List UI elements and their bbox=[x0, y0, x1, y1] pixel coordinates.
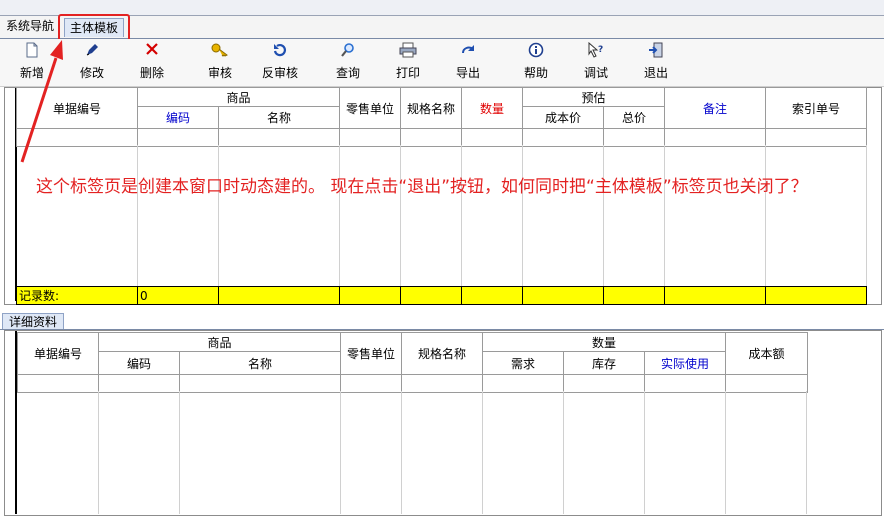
annotation-text: 这个标签页是创建本窗口时动态建的。 现在点击“退出”按钮，如何同时把“主体模板”… bbox=[36, 177, 808, 197]
annotation-arrow bbox=[20, 40, 63, 163]
